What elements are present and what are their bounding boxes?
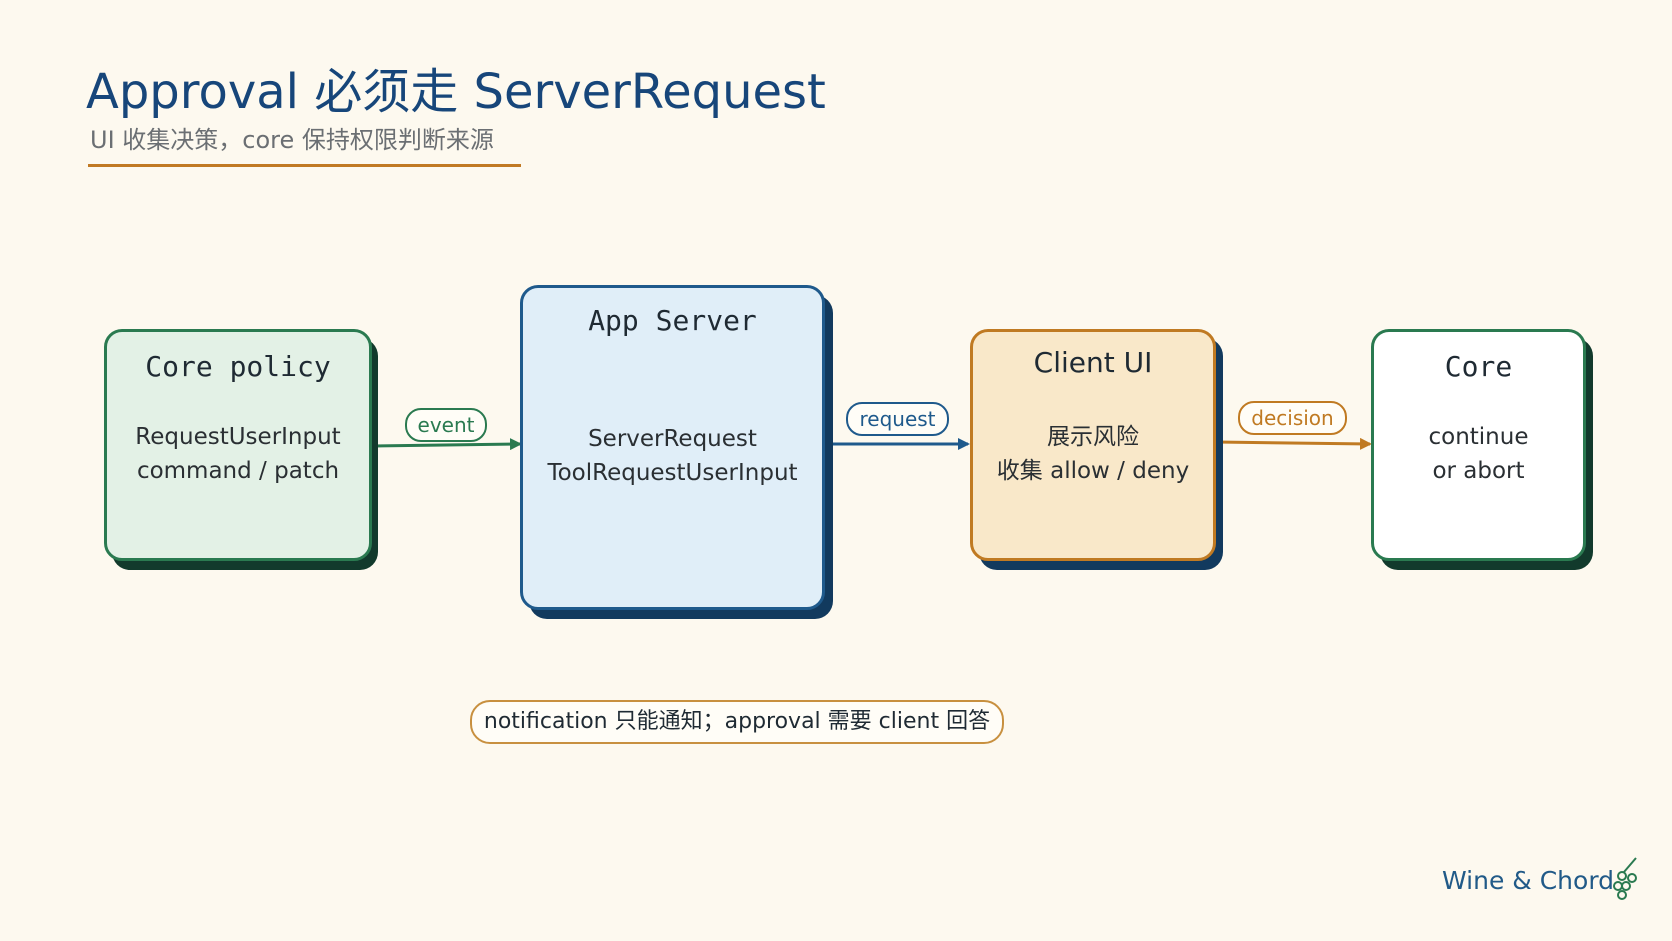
edge-decision-arrow: [1215, 437, 1372, 450]
node-line: 展示风险: [1047, 424, 1139, 450]
node-line: ServerRequest: [588, 426, 757, 452]
node-line: 收集 allow / deny: [996, 458, 1190, 484]
node-line: ToolRequestUserInput: [547, 460, 798, 486]
node-title: Core policy: [145, 350, 331, 383]
grape-logo-icon: [1613, 857, 1637, 900]
node-body: ServerRequest ToolRequestUserInput: [523, 422, 822, 490]
node-line: RequestUserInput: [135, 424, 341, 450]
node-core: Core continue or abort: [1371, 329, 1586, 561]
node-title: Core: [1444, 350, 1513, 383]
node-app-server: App Server ServerRequest ToolRequestUser…: [520, 285, 825, 610]
edge-label-request: request: [846, 402, 949, 436]
edge-label-decision: decision: [1238, 401, 1347, 435]
node-body: RequestUserInput command / patch: [107, 420, 369, 488]
node-line: or abort: [1432, 458, 1525, 484]
node-title: Client UI: [1033, 346, 1153, 379]
edge-label-event: event: [405, 408, 487, 442]
node-line: continue: [1428, 424, 1529, 450]
brand-logo-text: Wine & Chord: [1442, 866, 1615, 895]
edge-event-arrow: [373, 438, 522, 451]
node-core-policy: Core policy RequestUserInput command / p…: [104, 329, 372, 561]
node-line: command / patch: [136, 458, 340, 484]
footnote-callout: notification 只能通知；approval 需要 client 回答: [470, 700, 1004, 744]
node-client-ui: Client UI 展示风险 收集 allow / deny: [970, 329, 1216, 561]
node-body: 展示风险 收集 allow / deny: [973, 420, 1213, 488]
node-body: continue or abort: [1374, 420, 1583, 488]
node-title: App Server: [588, 304, 757, 337]
